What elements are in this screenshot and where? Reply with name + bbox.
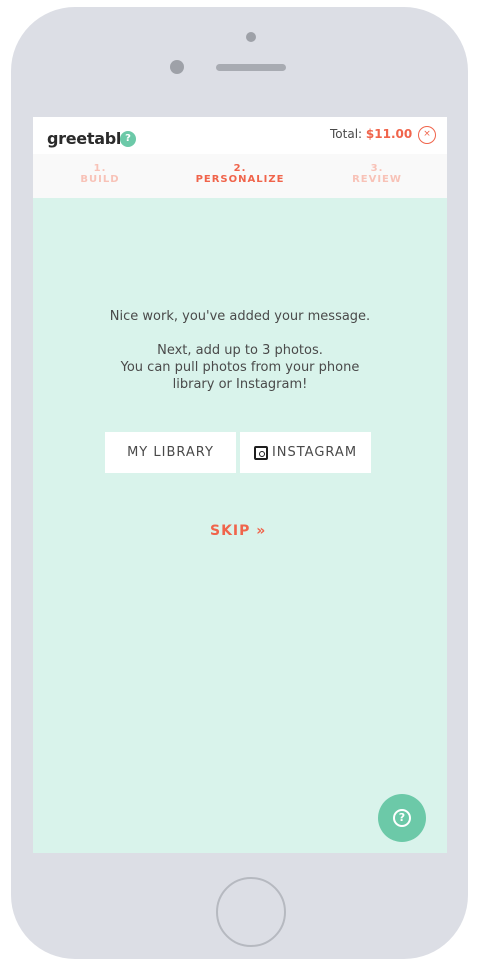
instagram-label: INSTAGRAM	[271, 445, 358, 460]
my-library-button[interactable]: MY LIBRARY	[105, 432, 236, 473]
phone-speaker	[216, 64, 286, 71]
step-build-number: 1.	[93, 163, 107, 174]
total-label: Total:	[330, 127, 363, 141]
total-value: $11.00	[365, 127, 413, 141]
close-button[interactable]: ×	[418, 126, 436, 144]
progress-steps: 1. BUILD 2. PERSONALIZE 3. REVIEW	[33, 154, 447, 198]
my-library-label: MY LIBRARY	[127, 445, 214, 460]
step-personalize-number: 2.	[233, 163, 247, 174]
question-circle-icon: ?	[393, 809, 411, 827]
skip-link[interactable]: SKIP »	[210, 523, 266, 539]
phone-camera	[170, 60, 184, 74]
logo[interactable]: greetabl®	[47, 129, 127, 148]
step-review[interactable]: 3. REVIEW	[317, 163, 437, 185]
home-button[interactable]	[216, 877, 286, 947]
help-fab-button[interactable]: ?	[378, 794, 426, 842]
app-screen: greetabl® ? Total: $11.00 × 1. BUILD 2. …	[33, 117, 447, 853]
double-chevron-right-icon: »	[256, 523, 267, 539]
photo-source-hint: You can pull photos from your phone libr…	[120, 360, 360, 392]
help-icon-glyph: ?	[125, 133, 131, 144]
brand-name: greetabl	[47, 129, 122, 148]
instagram-icon	[253, 445, 268, 460]
top-bar: greetabl® ? Total: $11.00 ×	[33, 117, 447, 154]
step-personalize[interactable]: 2. PERSONALIZE	[180, 163, 300, 185]
add-photos-heading: Next, add up to 3 photos.	[157, 343, 323, 358]
phone-sensor	[246, 32, 256, 42]
message-added-text: Nice work, you've added your message.	[109, 309, 371, 324]
step-personalize-label: PERSONALIZE	[195, 174, 285, 185]
step-build[interactable]: 1. BUILD	[40, 163, 160, 185]
close-icon: ×	[423, 129, 431, 139]
instagram-button[interactable]: INSTAGRAM	[240, 432, 371, 473]
order-total: Total: $11.00	[330, 127, 412, 141]
help-icon[interactable]: ?	[120, 131, 136, 147]
step-review-label: REVIEW	[352, 174, 402, 185]
fab-glyph: ?	[398, 811, 406, 824]
step-build-label: BUILD	[80, 174, 120, 185]
step-review-number: 3.	[370, 163, 384, 174]
skip-label: SKIP	[210, 523, 251, 539]
